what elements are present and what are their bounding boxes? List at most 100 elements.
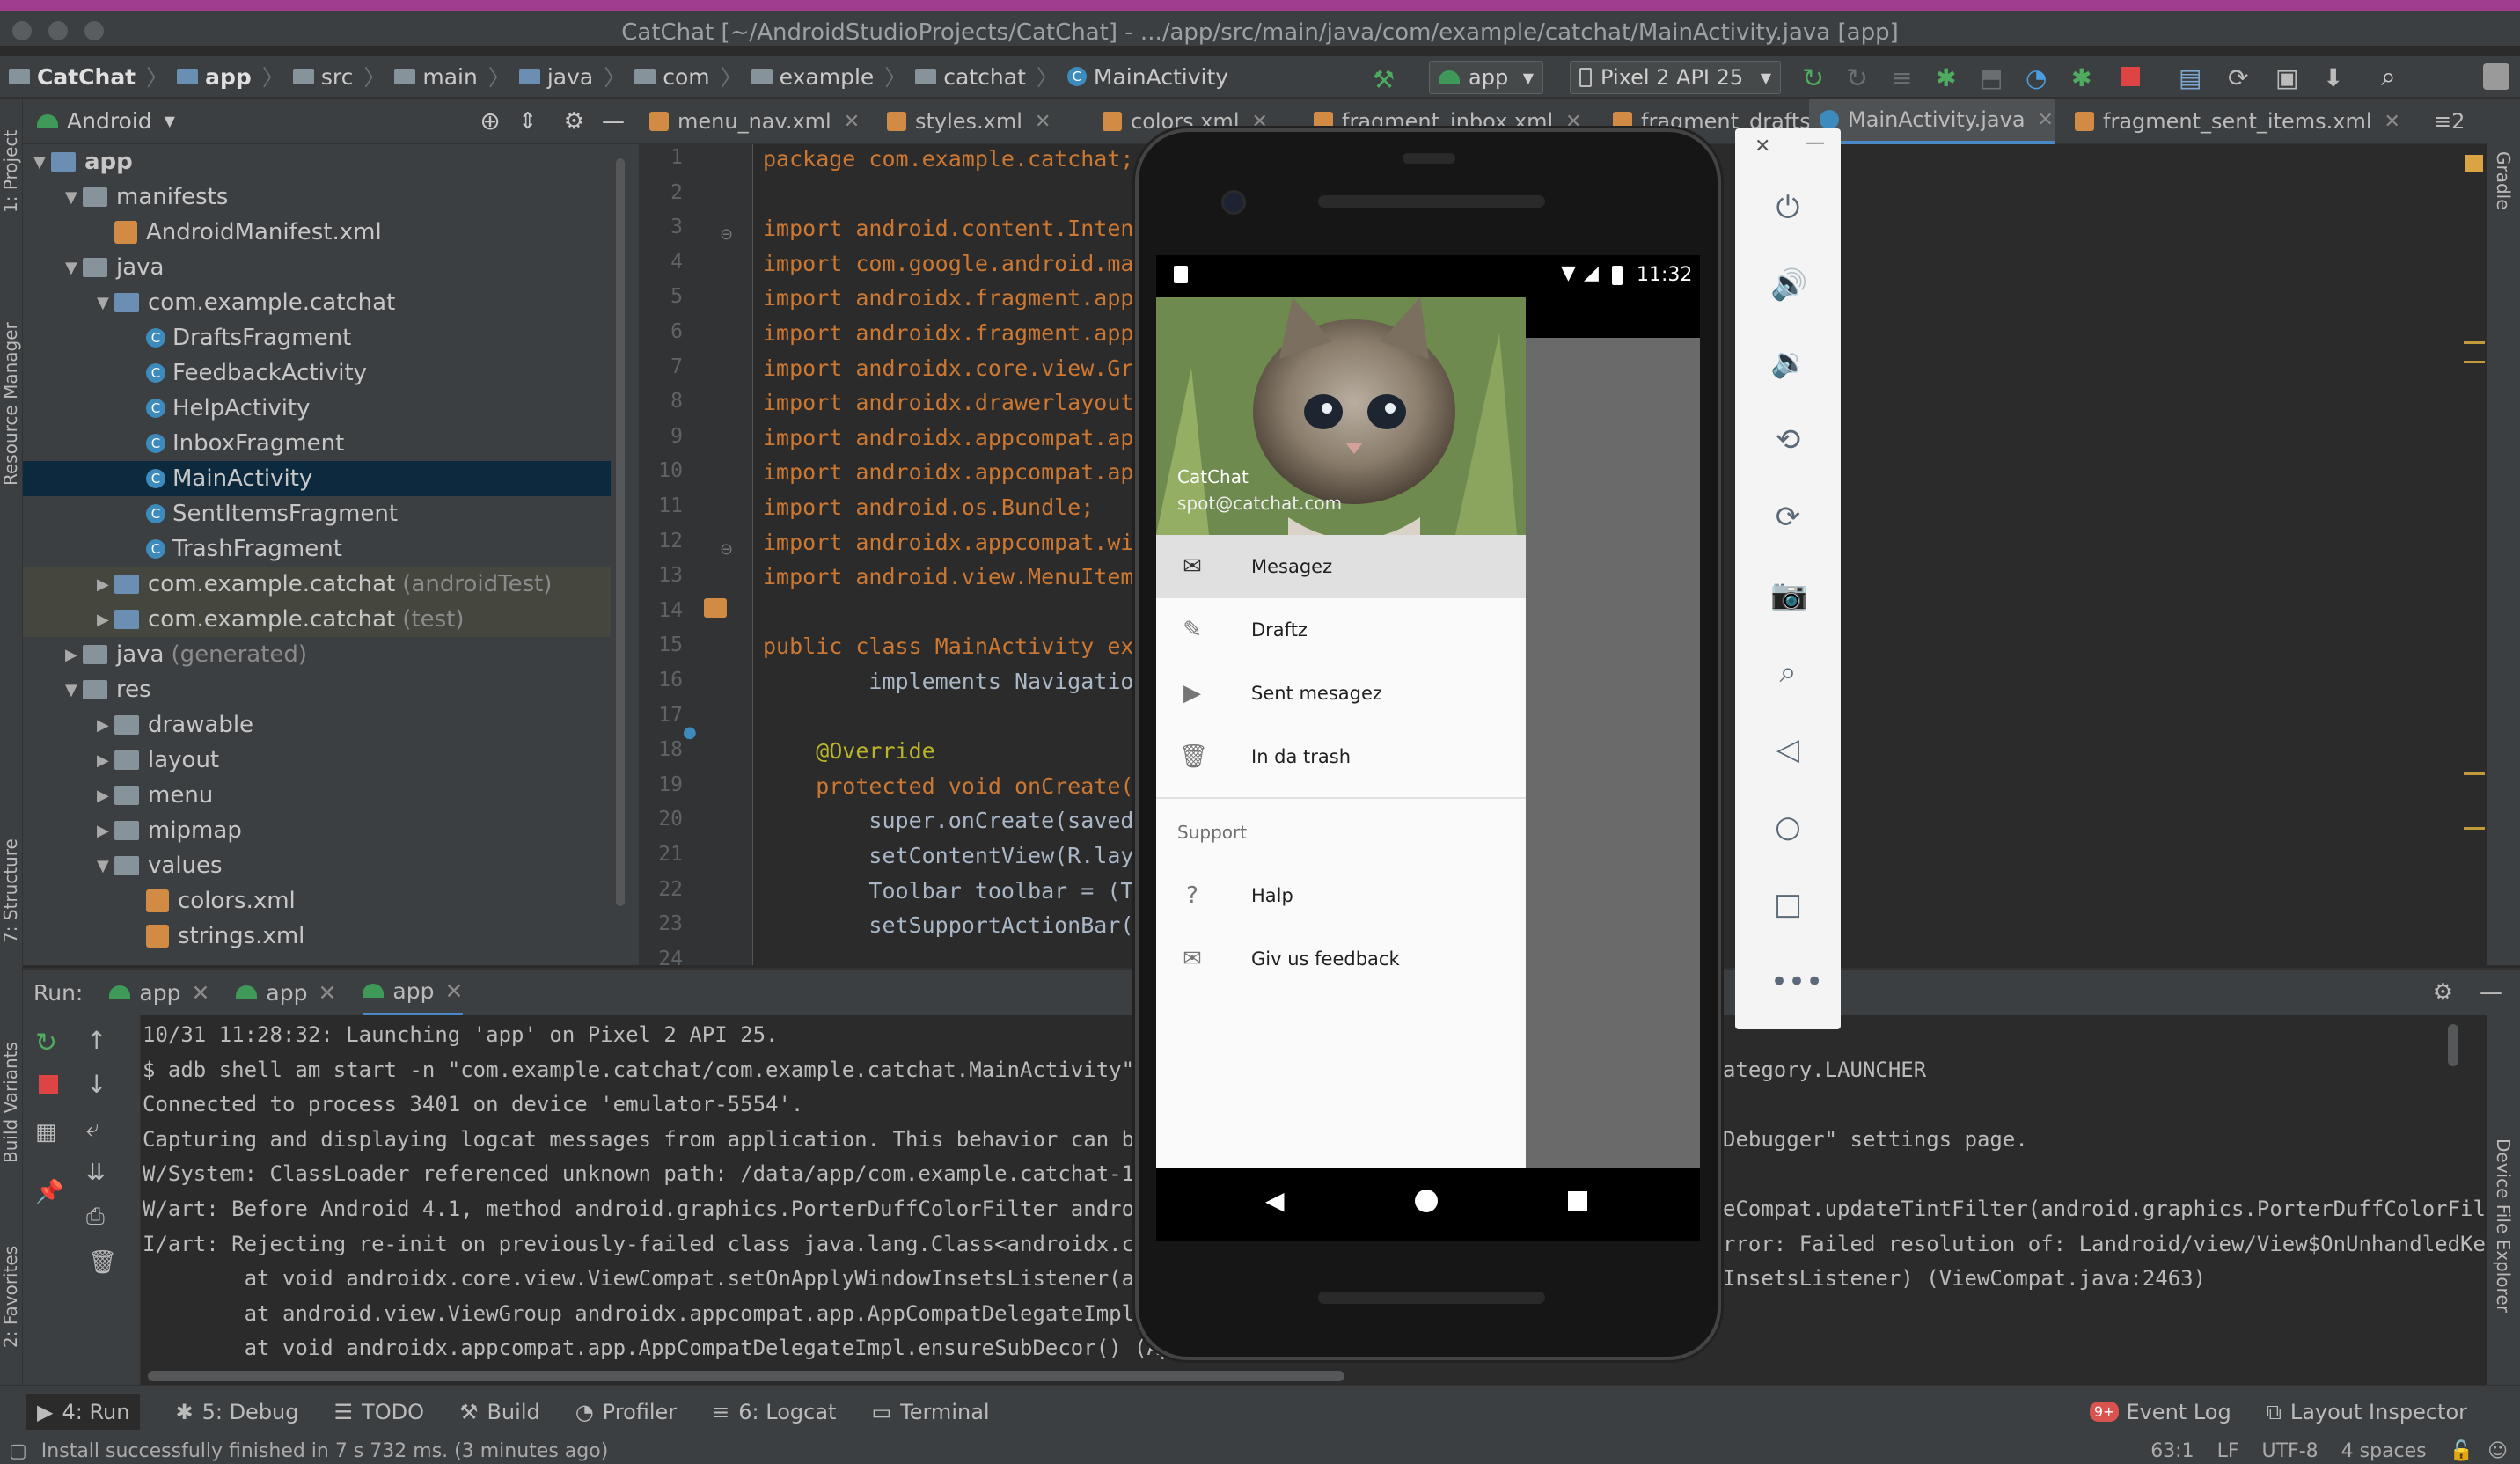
apply-code-icon[interactable]: ≡ [1892, 63, 1912, 92]
close-icon[interactable]: ✕ [191, 980, 209, 1006]
chevron-right-icon[interactable]: ▶ [97, 575, 114, 594]
home-icon[interactable] [1415, 1190, 1438, 1212]
layout-icon[interactable]: ▦ [35, 1119, 57, 1146]
code-line[interactable]: package com.example.catchat; [763, 146, 1133, 172]
drawer-item-feedback[interactable]: ✉ Giv us feedback [1156, 927, 1526, 991]
terminal-tool-button[interactable]: ▭ Terminal [871, 1400, 989, 1424]
breadcrumb-com[interactable]: com 〉 [634, 61, 743, 92]
power-icon[interactable]: ⏻ [1770, 190, 1806, 225]
close-icon[interactable]: ✕ [2038, 109, 2054, 131]
build-variants-tab[interactable]: Build Variants [0, 1042, 21, 1163]
rerun-icon[interactable]: ↻ [1802, 63, 1824, 94]
apply-changes-icon[interactable]: ↻ [1846, 63, 1868, 94]
volume-up-icon[interactable]: 🔊 [1770, 267, 1807, 303]
chevron-down-icon[interactable]: ▼ [165, 113, 175, 129]
status-message[interactable]: Install successfully finished in 7 s 732… [41, 1440, 608, 1462]
tree-item[interactable]: colors.xml [23, 883, 611, 919]
tree-item[interactable]: C InboxFragment [23, 426, 611, 461]
rotate-right-icon[interactable]: ⟳ [1770, 500, 1806, 535]
gear-icon[interactable]: ⚙ [2433, 979, 2453, 1006]
user-icon[interactable] [2483, 63, 2509, 90]
console-scrollbar[interactable] [148, 1371, 1344, 1381]
tree-item[interactable]: ▼ java [23, 250, 611, 285]
attach-icon[interactable]: ✱ [2071, 63, 2091, 92]
close-icon[interactable]: ✕ [444, 978, 463, 1004]
tree-item[interactable]: ▶ com.example.catchat (test) [23, 602, 611, 637]
tree-item[interactable]: ▶ com.example.catchat (androidTest) [23, 567, 611, 602]
code-line[interactable]: import androidx.drawerlayout.w [763, 390, 1161, 415]
minimize-icon[interactable]: — [1806, 132, 1825, 154]
logcat-tool-button[interactable]: ≡ 6: Logcat [712, 1400, 836, 1424]
tree-item[interactable]: ▶ layout [23, 743, 611, 778]
drawer-item-trash[interactable]: 🗑 In da trash [1156, 725, 1526, 788]
stop-icon[interactable] [39, 1075, 58, 1094]
gear-icon[interactable]: ⚙ [564, 108, 584, 135]
code-line[interactable]: import android.view.MenuItem; [763, 564, 1147, 589]
status-toggle-icon[interactable]: ▢ [9, 1440, 27, 1462]
print-icon[interactable]: ⎙ [86, 1204, 105, 1231]
run-tab-2[interactable]: app ✕ [236, 969, 336, 1016]
bookmark-icon[interactable]: ● [683, 723, 697, 742]
code-line[interactable]: import com.google.android.mate [763, 251, 1161, 276]
code-line[interactable]: import androidx.fragment.app.F [763, 285, 1161, 311]
tab-mainactivity[interactable]: MainActivity.java ✕ [1809, 99, 2055, 144]
breadcrumb-main[interactable]: main 〉 [394, 61, 510, 92]
code-line[interactable]: import android.content.Intent; [763, 216, 1161, 241]
caret-position[interactable]: 63:1 [2150, 1440, 2194, 1462]
code-line[interactable]: import androidx.appcompat.app. [763, 459, 1161, 485]
inspection-icon[interactable]: ☺ [2487, 1440, 2508, 1462]
chevron-right-icon[interactable]: ▶ [97, 822, 114, 840]
chevron-down-icon[interactable]: ▼ [33, 153, 51, 172]
volume-down-icon[interactable]: 🔉 [1770, 345, 1807, 380]
fold-icon[interactable]: ⊖ [720, 225, 733, 244]
code-line[interactable]: implements NavigationV [763, 669, 1160, 694]
chevron-down-icon[interactable]: ▼ [65, 681, 83, 699]
drawer-item-sent[interactable]: ▶ Sent mesagez [1156, 662, 1526, 725]
tree-item[interactable]: ▶ java (generated) [23, 637, 611, 672]
code-line[interactable]: protected void onCreate(Bu [763, 773, 1160, 799]
collapse-all-icon[interactable]: ⇕ [518, 108, 538, 135]
breadcrumb-project[interactable]: CatChat 〉 [9, 61, 168, 92]
chevron-down-icon[interactable]: ▼ [97, 294, 114, 312]
profiler-tool-button[interactable]: ◔ Profiler [575, 1400, 677, 1424]
overrides-icon[interactable] [704, 598, 727, 618]
tab-menu-nav[interactable]: menu_nav.xml ✕ [639, 99, 876, 144]
avd-manager-icon[interactable]: ▣ [2275, 63, 2298, 92]
run-tool-button[interactable]: ▶ 4: Run [26, 1394, 141, 1430]
error-stripe[interactable] [2464, 144, 2485, 965]
tree-item[interactable]: ▼ values [23, 848, 611, 883]
tree-item[interactable]: C MainActivity [23, 461, 611, 496]
resource-manager-tab[interactable]: Resource Manager [0, 322, 21, 486]
run-tab-1[interactable]: app ✕ [109, 969, 209, 1016]
code-line[interactable]: public class MainActivity exte [763, 633, 1161, 659]
back-icon[interactable]: ◀ [1265, 1186, 1285, 1215]
tree-item[interactable]: ▼ com.example.catchat [23, 285, 611, 320]
device-select[interactable]: Pixel 2 API 25 ▼ [1570, 61, 1781, 94]
file-encoding[interactable]: UTF-8 [2262, 1440, 2319, 1462]
locate-icon[interactable]: ⊕ [480, 106, 500, 135]
close-icon[interactable]: ✕ [1035, 111, 1051, 133]
breadcrumb-src[interactable]: src 〉 [292, 61, 385, 92]
close-icon[interactable]: ✕ [2384, 111, 2400, 133]
chevron-right-icon[interactable]: ▶ [97, 787, 114, 805]
gradle-tab[interactable]: Gradle [2493, 151, 2514, 210]
tree-item[interactable]: C HelpActivity [23, 391, 611, 426]
tree-item[interactable]: ▼ app [23, 144, 611, 179]
overview-icon[interactable]: □ [1770, 887, 1806, 922]
emulator-screen[interactable]: ▼ ◢ 11:32 CatChat spot@catchat.com ✉ Mes… [1156, 255, 1700, 1241]
chevron-right-icon[interactable]: ▶ [97, 751, 114, 770]
sync-gradle-icon[interactable]: ⟳ [2228, 63, 2248, 92]
project-scrollbar[interactable] [616, 158, 625, 906]
tree-item[interactable]: AndroidManifest.xml [23, 215, 611, 250]
device-file-explorer-tab[interactable]: Device File Explorer [2493, 1138, 2514, 1313]
profile-icon[interactable]: ◔ [2026, 63, 2047, 92]
drawer-item-halp[interactable]: ? Halp [1156, 864, 1526, 927]
tree-item[interactable]: strings.xml [23, 919, 611, 954]
drawer-item-draftz[interactable]: ✎ Draftz [1156, 598, 1526, 662]
code-line[interactable]: Toolbar toolbar = (Too [763, 878, 1160, 904]
line-separator[interactable]: LF [2217, 1440, 2239, 1462]
close-icon[interactable]: ✕ [844, 111, 860, 133]
tab-styles[interactable]: styles.xml ✕ [876, 99, 1092, 144]
tree-item[interactable]: ▶ menu [23, 778, 611, 813]
back-icon[interactable]: ◁ [1770, 732, 1806, 767]
